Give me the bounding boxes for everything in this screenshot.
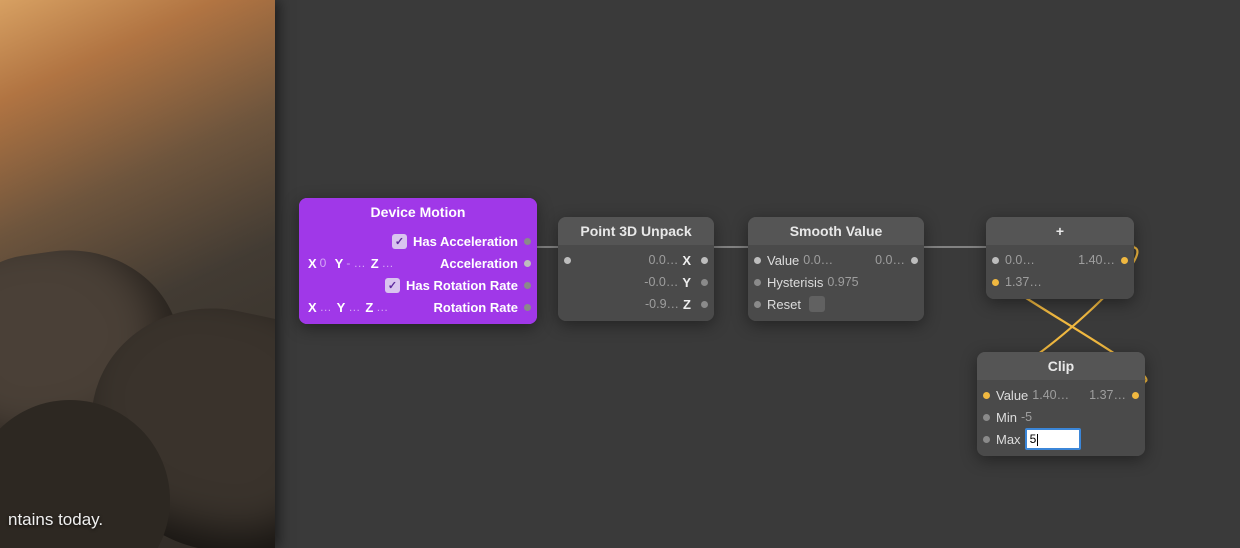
clip-max-input[interactable]: 5 [1025, 428, 1081, 450]
input-port-clip-value[interactable] [983, 392, 990, 399]
label-clip-value: Value [996, 388, 1028, 403]
row-smooth-value: Value 0.0… 0.0… [750, 249, 922, 271]
output-port-plus[interactable] [1121, 257, 1128, 264]
smooth-hysterisis-val[interactable]: 0.975 [827, 275, 858, 289]
output-port-unpack-z[interactable] [701, 301, 708, 308]
axis-y-label: Y [335, 256, 344, 271]
unpack-y-label: Y [682, 275, 691, 290]
checkbox-has-rotation-rate[interactable]: ✓ [385, 278, 400, 293]
input-port-clip-max[interactable] [983, 436, 990, 443]
reset-button[interactable] [809, 296, 825, 312]
label-clip-min: Min [996, 410, 1017, 425]
label-smooth-value: Value [767, 253, 799, 268]
label-rotation-rate: Rotation Rate [434, 300, 519, 315]
axis-x-label: X [308, 256, 317, 271]
unpack-y-val: -0.0… [644, 275, 678, 289]
label-acceleration: Acceleration [440, 256, 518, 271]
axis-y-label: Y [337, 300, 346, 315]
clip-min-val[interactable]: -5 [1021, 410, 1032, 424]
label-has-acceleration: Has Acceleration [413, 234, 518, 249]
output-port-clip[interactable] [1132, 392, 1139, 399]
node-title: Clip [977, 352, 1145, 380]
axis-z-label: Z [365, 300, 373, 315]
output-port-smooth-value[interactable] [911, 257, 918, 264]
input-port-clip-min[interactable] [983, 414, 990, 421]
node-plus[interactable]: + 0.0… 1.40… 1.37… [986, 217, 1134, 299]
node-title: Device Motion [299, 198, 537, 226]
label-has-rotation-rate: Has Rotation Rate [406, 278, 518, 293]
text-caret-icon [1037, 434, 1038, 446]
node-device-motion[interactable]: Device Motion ✓ Has Acceleration X 0 Y -… [299, 198, 537, 324]
clip-value-out: 1.37… [1089, 388, 1126, 402]
row-has-acceleration: ✓ Has Acceleration [301, 230, 535, 252]
row-unpack-y: -0.0… Y [560, 271, 712, 293]
row-clip-min: Min -5 [979, 406, 1143, 428]
row-clip-max: Max 5 [979, 428, 1143, 450]
output-port-unpack-x[interactable] [701, 257, 708, 264]
output-port-rotation-rate[interactable] [524, 304, 531, 311]
checkbox-has-acceleration[interactable]: ✓ [392, 234, 407, 249]
row-has-rotation-rate: ✓ Has Rotation Rate [301, 274, 535, 296]
row-plus-2: 1.37… [988, 271, 1132, 293]
axis-z-val: … [376, 300, 388, 314]
axis-z-label: Z [371, 256, 379, 271]
row-clip-value: Value 1.40… 1.37… [979, 384, 1143, 406]
clip-max-input-value: 5 [1030, 432, 1037, 446]
unpack-x-val: 0.0… [648, 253, 678, 267]
node-title: + [986, 217, 1134, 245]
input-port-smooth-value[interactable] [754, 257, 761, 264]
input-port-unpack[interactable] [564, 257, 571, 264]
node-smooth-value[interactable]: Smooth Value Value 0.0… 0.0… Hysterisis … [748, 217, 924, 321]
axis-y-val: … [348, 300, 360, 314]
input-port-smooth-hysterisis[interactable] [754, 279, 761, 286]
axis-x-val: … [320, 300, 332, 314]
node-point-3d-unpack[interactable]: Point 3D Unpack 0.0… X -0.0… Y -0.9… Z [558, 217, 714, 321]
preview-caption: ntains today. [8, 510, 103, 530]
axis-z-val: … [382, 256, 394, 270]
unpack-x-label: X [682, 253, 691, 268]
axis-x-label: X [308, 300, 317, 315]
row-rotation-rate: X … Y … Z … Rotation Rate [301, 296, 535, 318]
output-port-has-rotation-rate[interactable] [524, 282, 531, 289]
row-acceleration: X 0 Y - … Z … Acceleration [301, 252, 535, 274]
clip-value-in: 1.40… [1032, 388, 1069, 402]
row-smooth-hysterisis: Hysterisis 0.975 [750, 271, 922, 293]
plus-in-1: 0.0… [1005, 253, 1035, 267]
row-unpack-z: -0.9… Z [560, 293, 712, 315]
axis-x-val: 0 [320, 256, 330, 270]
output-port-has-acceleration[interactable] [524, 238, 531, 245]
smooth-value-in: 0.0… [803, 253, 833, 267]
unpack-z-val: -0.9… [645, 297, 679, 311]
plus-in-2: 1.37… [1005, 275, 1042, 289]
output-port-acceleration[interactable] [524, 260, 531, 267]
input-port-smooth-reset[interactable] [754, 301, 761, 308]
input-port-plus-2[interactable] [992, 279, 999, 286]
row-plus-1: 0.0… 1.40… [988, 249, 1132, 271]
node-clip[interactable]: Clip Value 1.40… 1.37… Min -5 Max 5 [977, 352, 1145, 456]
unpack-z-label: Z [683, 297, 691, 312]
row-smooth-reset: Reset [750, 293, 922, 315]
axis-y-val: - … [346, 256, 365, 270]
input-port-plus-1[interactable] [992, 257, 999, 264]
smooth-value-out: 0.0… [875, 253, 905, 267]
output-port-unpack-y[interactable] [701, 279, 708, 286]
node-title: Point 3D Unpack [558, 217, 714, 245]
row-unpack-x: 0.0… X [560, 249, 712, 271]
label-smooth-hysterisis: Hysterisis [767, 275, 823, 290]
node-title: Smooth Value [748, 217, 924, 245]
plus-out: 1.40… [1078, 253, 1115, 267]
label-clip-max: Max [996, 432, 1021, 447]
label-smooth-reset: Reset [767, 297, 801, 312]
preview-panel: ntains today. [0, 0, 275, 548]
